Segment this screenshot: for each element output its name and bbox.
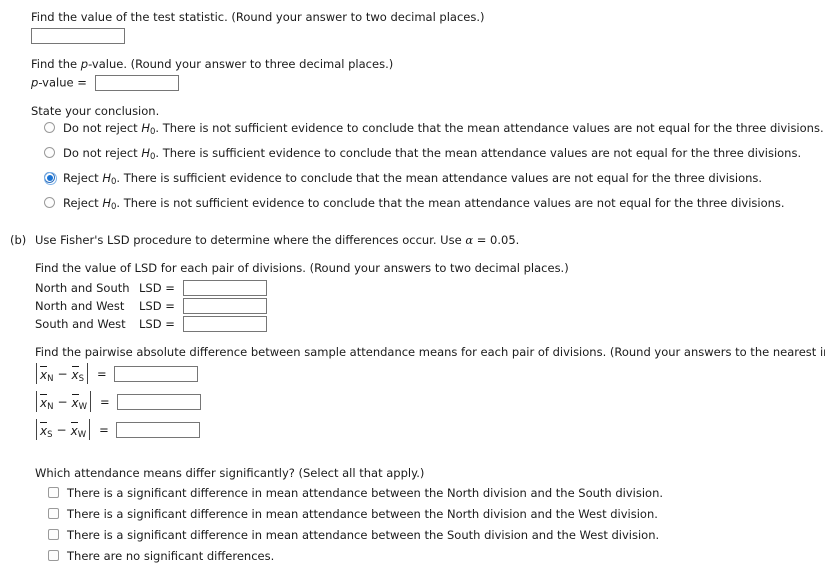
- significance-option-4-label: There are no significant differences.: [67, 549, 275, 563]
- lsd-row-3-pair: South and West: [35, 316, 126, 331]
- significance-option-3[interactable]: There is a significant difference in mea…: [48, 528, 659, 542]
- worksheet-page: Find the value of the test statistic. (R…: [0, 0, 825, 571]
- conclusion-option-1-label: Do not reject H0. There is not sufficien…: [63, 121, 824, 137]
- pairwise-input-nw[interactable]: [116, 393, 201, 410]
- h-symbol: H: [141, 146, 150, 160]
- which-means-prompt: Which attendance means differ significan…: [35, 466, 425, 480]
- xbar-second-subscript: S: [78, 373, 85, 384]
- pvalue-field-row: p-value =: [31, 75, 179, 91]
- conclusion-option-4-label: Reject H0. There is not sufficient evide…: [63, 196, 785, 212]
- test-statistic-input[interactable]: [31, 28, 125, 44]
- minus-sign: −: [57, 394, 68, 409]
- abs-diff-expression-2: xN − xW: [36, 391, 92, 412]
- lsd-row-2: North and West LSD =: [35, 298, 267, 314]
- significance-option-1[interactable]: There is a significant difference in mea…: [48, 486, 663, 500]
- xbar-first-subscript: N: [47, 373, 54, 384]
- checkbox-icon[interactable]: [48, 550, 59, 561]
- pvalue-prompt-symbol: p: [80, 57, 89, 71]
- minus-sign: −: [57, 366, 68, 381]
- alpha-symbol: α: [465, 233, 474, 247]
- pvalue-prompt-post: -value. (Round your answer to three deci…: [88, 57, 394, 71]
- conclusion-option-3[interactable]: Reject H0. There is sufficient evidence …: [44, 171, 763, 187]
- significance-option-4[interactable]: There are no significant differences.: [48, 549, 274, 563]
- xbar-first: xN: [40, 393, 54, 412]
- xbar-first-subscript: N: [47, 401, 54, 412]
- pairwise-input-ns[interactable]: [113, 365, 198, 382]
- significance-option-3-label: There is a significant difference in mea…: [67, 528, 660, 542]
- test-statistic-input-wrap: [31, 28, 125, 44]
- abs-diff-expression-1: xN − xS: [36, 363, 89, 384]
- part-b-intro-post: = 0.05.: [473, 233, 520, 247]
- radio-icon[interactable]: [44, 122, 55, 133]
- minus-sign: −: [56, 422, 67, 437]
- lsd-row-3: South and West LSD =: [35, 316, 267, 332]
- h-symbol: H: [102, 171, 111, 185]
- lsd-input-south-west[interactable]: [183, 316, 267, 332]
- lsd-row-2-pair: North and West: [35, 298, 125, 313]
- lsd-row-3-label: LSD =: [139, 316, 175, 331]
- abs-diff-expression-3: xS − xW: [36, 419, 91, 440]
- part-b-intro-pre: Use Fisher's LSD procedure to determine …: [35, 233, 466, 247]
- xbar-first: xS: [40, 421, 53, 440]
- test-statistic-prompt: Find the value of the test statistic. (R…: [31, 10, 485, 24]
- lsd-row-2-label: LSD =: [139, 298, 175, 313]
- significance-option-2-label: There is a significant difference in mea…: [67, 507, 658, 521]
- pvalue-prompt: Find the p-value. (Round your answer to …: [31, 57, 393, 71]
- conclusion-option-4[interactable]: Reject H0. There is not sufficient evide…: [44, 196, 785, 212]
- pairwise-row-1: xN − xS =: [36, 363, 198, 384]
- xbar-second: xW: [70, 421, 87, 440]
- conclusion-option-3-label: Reject H0. There is sufficient evidence …: [63, 171, 763, 187]
- pairwise-row-2: xN − xW =: [36, 391, 201, 412]
- h-symbol: H: [102, 196, 111, 210]
- h-subscript: 0: [150, 152, 156, 162]
- equals-sign: =: [99, 422, 109, 437]
- equals-sign: =: [100, 394, 110, 409]
- part-b-intro: Use Fisher's LSD procedure to determine …: [35, 233, 519, 247]
- pairwise-row-3: xS − xW =: [36, 419, 200, 440]
- xbar-first-subscript: S: [47, 429, 53, 440]
- radio-icon-selected[interactable]: [44, 172, 57, 185]
- conclusion-option-2[interactable]: Do not reject H0. There is sufficient ev…: [44, 146, 802, 162]
- checkbox-icon[interactable]: [48, 487, 59, 498]
- checkbox-icon[interactable]: [48, 508, 59, 519]
- pvalue-label-post: -value =: [38, 75, 87, 90]
- lsd-input-north-south[interactable]: [183, 280, 267, 296]
- significance-option-1-label: There is a significant difference in mea…: [67, 486, 664, 500]
- pvalue-input[interactable]: [94, 75, 179, 91]
- lsd-row-1-label: LSD =: [139, 280, 175, 295]
- conclusion-prompt: State your conclusion.: [31, 104, 160, 118]
- radio-icon[interactable]: [44, 197, 55, 208]
- conclusion-option-2-label: Do not reject H0. There is sufficient ev…: [63, 146, 802, 162]
- xbar-second: xS: [71, 365, 85, 384]
- h-symbol: H: [141, 121, 150, 135]
- lsd-prompt: Find the value of LSD for each pair of d…: [35, 261, 569, 275]
- lsd-row-1: North and South LSD =: [35, 280, 267, 296]
- xbar-second-subscript: W: [78, 401, 88, 412]
- checkbox-icon[interactable]: [48, 529, 59, 540]
- equals-sign: =: [97, 366, 107, 381]
- significance-option-2[interactable]: There is a significant difference in mea…: [48, 507, 658, 521]
- pairwise-input-sw[interactable]: [115, 421, 200, 438]
- part-b-label: (b): [10, 233, 27, 247]
- conclusion-option-1[interactable]: Do not reject H0. There is not sufficien…: [44, 121, 824, 137]
- h-subscript: 0: [110, 202, 117, 212]
- radio-icon[interactable]: [44, 147, 55, 158]
- lsd-input-north-west[interactable]: [183, 298, 267, 314]
- h-subscript: 0: [150, 127, 156, 137]
- h-subscript: 0: [110, 177, 117, 187]
- pvalue-prompt-pre: Find the: [31, 57, 81, 71]
- lsd-row-1-pair: North and South: [35, 280, 130, 295]
- xbar-first: xN: [40, 365, 54, 384]
- pairwise-prompt: Find the pairwise absolute difference be…: [35, 345, 825, 359]
- xbar-second: xW: [71, 393, 88, 412]
- xbar-second-subscript: W: [77, 429, 87, 440]
